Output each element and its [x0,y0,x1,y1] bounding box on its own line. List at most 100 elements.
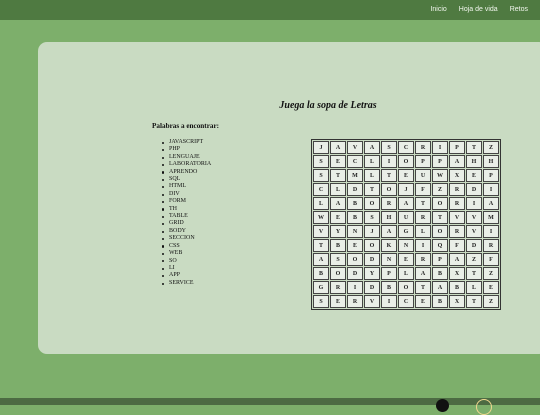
grid-cell[interactable]: B [313,267,329,280]
grid-cell[interactable]: L [330,183,346,196]
grid-cell[interactable]: S [313,155,329,168]
grid-cell[interactable]: V [466,225,482,238]
grid-cell[interactable]: X [449,169,465,182]
grid-cell[interactable]: I [347,281,363,294]
grid-cell[interactable]: A [330,141,346,154]
grid-cell[interactable]: T [364,183,380,196]
grid-cell[interactable]: T [466,295,482,308]
grid-cell[interactable]: D [347,267,363,280]
grid-cell[interactable]: R [330,281,346,294]
grid-cell[interactable]: C [398,141,414,154]
grid-cell[interactable]: N [347,225,363,238]
grid-cell[interactable]: V [466,211,482,224]
grid-cell[interactable]: O [347,253,363,266]
grid-cell[interactable]: A [432,281,448,294]
grid-cell[interactable]: P [415,155,431,168]
grid-cell[interactable]: A [398,197,414,210]
grid-cell[interactable]: E [330,155,346,168]
grid-cell[interactable]: G [398,225,414,238]
grid-cell[interactable]: T [313,239,329,252]
grid-cell[interactable]: A [381,225,397,238]
nav-link-retos[interactable]: Retos [504,0,540,20]
grid-cell[interactable]: L [398,267,414,280]
grid-cell[interactable]: T [381,169,397,182]
grid-cell[interactable]: C [398,295,414,308]
grid-cell[interactable]: Z [483,267,499,280]
grid-cell[interactable]: O [398,155,414,168]
grid-cell[interactable]: H [381,211,397,224]
grid-cell[interactable]: L [466,281,482,294]
grid-cell[interactable]: T [466,267,482,280]
grid-cell[interactable]: H [466,155,482,168]
grid-cell[interactable]: E [415,295,431,308]
grid-cell[interactable]: I [381,155,397,168]
grid-cell[interactable]: O [432,225,448,238]
grid-cell[interactable]: V [364,295,380,308]
grid-cell[interactable]: N [398,239,414,252]
grid-cell[interactable]: E [330,295,346,308]
grid-cell[interactable]: Y [330,225,346,238]
grid-cell[interactable]: E [347,239,363,252]
grid-cell[interactable]: P [432,253,448,266]
grid-cell[interactable]: E [398,253,414,266]
grid-cell[interactable]: C [347,155,363,168]
grid-cell[interactable]: G [313,281,329,294]
grid-cell[interactable]: M [347,169,363,182]
grid-cell[interactable]: D [364,253,380,266]
grid-cell[interactable]: W [313,211,329,224]
grid-cell[interactable]: B [449,281,465,294]
grid-cell[interactable]: S [381,141,397,154]
grid-cell[interactable]: R [449,197,465,210]
grid-cell[interactable]: A [313,253,329,266]
grid-cell[interactable]: I [483,225,499,238]
grid-cell[interactable]: F [415,183,431,196]
grid-cell[interactable]: O [330,267,346,280]
grid-cell[interactable]: W [432,169,448,182]
grid-cell[interactable]: T [415,197,431,210]
grid-cell[interactable]: J [398,183,414,196]
grid-cell[interactable]: A [449,253,465,266]
grid-cell[interactable]: B [432,267,448,280]
grid-cell[interactable]: Z [483,295,499,308]
grid-cell[interactable]: P [483,169,499,182]
grid-cell[interactable]: E [398,169,414,182]
grid-cell[interactable]: J [364,225,380,238]
grid-cell[interactable]: B [432,295,448,308]
grid-cell[interactable]: V [347,141,363,154]
grid-cell[interactable]: A [415,267,431,280]
grid-cell[interactable]: D [347,183,363,196]
nav-link-hoja-de-vida[interactable]: Hoja de vida [453,0,504,20]
grid-cell[interactable]: B [330,239,346,252]
grid-cell[interactable]: O [364,239,380,252]
grid-cell[interactable]: N [381,253,397,266]
grid-cell[interactable]: U [398,211,414,224]
grid-cell[interactable]: S [364,211,380,224]
grid-cell[interactable]: O [432,197,448,210]
grid-cell[interactable]: R [415,253,431,266]
grid-cell[interactable]: A [364,141,380,154]
grid-cell[interactable]: A [330,197,346,210]
grid-cell[interactable]: D [466,183,482,196]
grid-cell[interactable]: S [313,169,329,182]
grid-cell[interactable]: V [313,225,329,238]
grid-cell[interactable]: I [432,141,448,154]
grid-cell[interactable]: L [415,225,431,238]
grid-cell[interactable]: P [381,267,397,280]
grid-cell[interactable]: L [313,197,329,210]
grid-cell[interactable]: Y [364,267,380,280]
grid-cell[interactable]: S [330,253,346,266]
grid-cell[interactable]: B [347,211,363,224]
grid-cell[interactable]: R [449,183,465,196]
grid-cell[interactable]: T [466,141,482,154]
grid-cell[interactable]: E [466,169,482,182]
grid-cell[interactable]: Z [483,141,499,154]
grid-cell[interactable]: Z [466,253,482,266]
grid-cell[interactable]: R [483,239,499,252]
grid-cell[interactable]: E [483,281,499,294]
grid-cell[interactable]: Z [432,183,448,196]
grid-cell[interactable]: T [330,169,346,182]
grid-cell[interactable]: D [466,239,482,252]
grid-cell[interactable]: M [483,211,499,224]
grid-cell[interactable]: I [381,295,397,308]
grid-cell[interactable]: O [381,183,397,196]
